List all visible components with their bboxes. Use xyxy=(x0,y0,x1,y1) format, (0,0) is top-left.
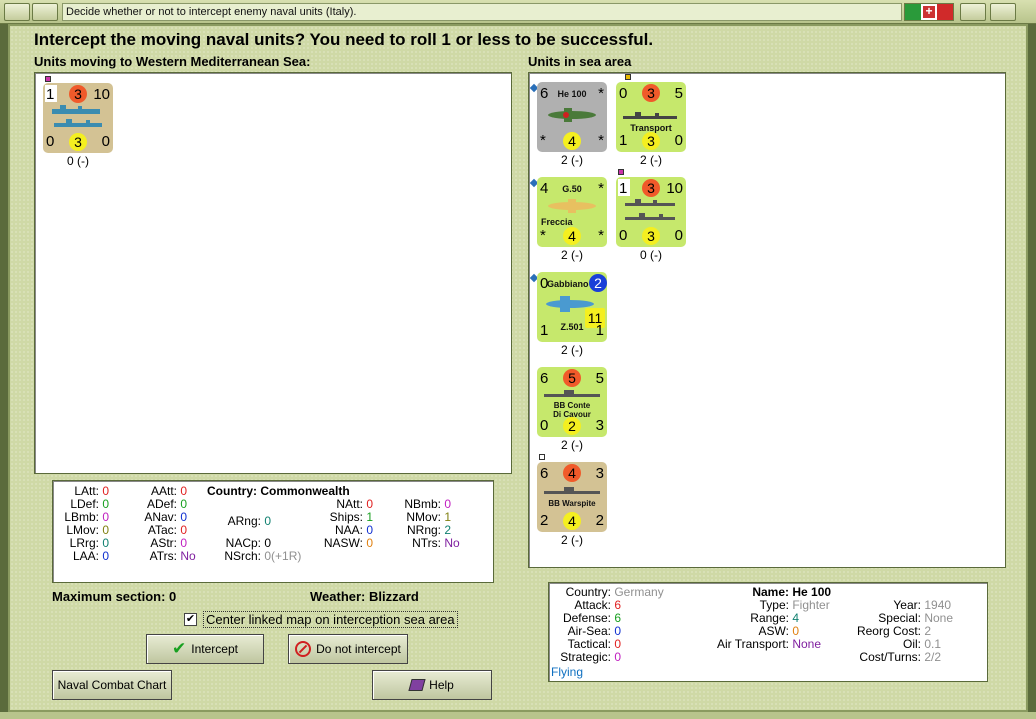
center-map-label: Center linked map on interception sea ar… xyxy=(203,610,458,628)
do-not-intercept-button[interactable]: Do not intercept xyxy=(288,634,408,664)
transport-ship-icon xyxy=(623,112,677,119)
minimize-button[interactable] xyxy=(32,3,58,21)
fighter-plane-icon xyxy=(548,108,596,122)
fighter-plane-icon xyxy=(548,199,596,213)
window-menu-button[interactable] xyxy=(4,3,30,21)
unit-marker-icon xyxy=(539,454,545,460)
unit-counter-bb-conte-di-cavour[interactable]: 6 5 5 BB Conte Di Cavour 0 2 3 xyxy=(537,367,607,437)
unit-counter-transport[interactable]: 0 3 5 Transport 1 3 0 xyxy=(616,82,686,152)
weather-text: Weather: Blizzard xyxy=(310,589,419,604)
moving-units-panel: 1 3 10 0 3 0 0 (-) xyxy=(34,72,512,474)
intercept-button[interactable]: ✔ Intercept xyxy=(146,634,264,664)
battleship-icon xyxy=(544,487,600,494)
unit-label-g50: 2 (-) xyxy=(561,248,583,262)
sea-area-units-panel: 6 * He 100 * 4 * 2 (-) 0 3 5 Transport 1… xyxy=(528,72,1006,568)
unit-marker-icon xyxy=(45,76,51,82)
unit-counter-gabbiano[interactable]: 0 Gabbiano 2 1 Z.501 11 1 xyxy=(537,272,607,342)
unit-label-he100: 2 (-) xyxy=(561,153,583,167)
window-title: Decide whether or not to intercept enemy… xyxy=(62,3,902,21)
unit-counter-convoy[interactable]: 1 3 10 0 3 0 xyxy=(616,177,686,247)
unit-label-transport: 2 (-) xyxy=(640,153,662,167)
unit-label-bb-conte-di-cavour: 2 (-) xyxy=(561,438,583,452)
intercept-heading: Intercept the moving naval units? You ne… xyxy=(34,30,654,49)
unit-counter-bb-warspite[interactable]: 6 4 3 BB Warspite 2 4 2 xyxy=(537,462,607,532)
naval-combat-chart-button[interactable]: Naval Combat Chart xyxy=(52,670,172,700)
unit-counter-g50[interactable]: 4 * G.50 Freccia * 4 * xyxy=(537,177,607,247)
sea-area-units-label: Units in sea area xyxy=(528,54,632,69)
italy-flag-icon: + xyxy=(904,3,954,21)
unit-marker-icon xyxy=(618,169,624,175)
no-entry-icon xyxy=(295,641,312,657)
unit-label-convoy: 0 (-) xyxy=(640,248,662,262)
max-section-text: Maximum section: 0 xyxy=(52,589,177,604)
close-button[interactable] xyxy=(990,3,1016,21)
status-bar xyxy=(0,712,1036,719)
title-bar: Decide whether or not to intercept enemy… xyxy=(0,0,1036,24)
unit-info-panel: Country: Germany Attack: 6 Defense: 6 Ai… xyxy=(548,582,988,682)
moving-unit-label: 0 (-) xyxy=(67,154,89,168)
moving-units-label: Units moving to Western Mediterranean Se… xyxy=(34,54,311,69)
help-button[interactable]: Help xyxy=(372,670,492,700)
dialog-body: Intercept the moving naval units? You ne… xyxy=(8,24,1028,712)
center-map-option[interactable]: ✔ Center linked map on interception sea … xyxy=(184,610,458,628)
unit-counter-he100[interactable]: 6 * He 100 * 4 * xyxy=(537,82,607,152)
restore-button[interactable] xyxy=(960,3,986,21)
checkmark-icon: ✔ xyxy=(172,639,187,658)
moving-unit-counter[interactable]: 1 3 10 0 3 0 xyxy=(43,83,113,153)
help-book-icon xyxy=(408,679,426,691)
unit-marker-icon xyxy=(625,74,631,80)
unit-label-gabbiano: 2 (-) xyxy=(561,343,583,357)
summary-stats-panel: LAtt: 0 LDef: 0 LBmb: 0 LMov: 0 LRrg: 0 … xyxy=(52,480,494,583)
center-map-checkbox[interactable]: ✔ xyxy=(184,612,197,626)
convoy-ships-icon xyxy=(625,199,675,220)
convoy-ships-icon xyxy=(52,105,102,127)
battleship-icon xyxy=(544,390,600,397)
unit-label-bb-warspite: 2 (-) xyxy=(561,533,583,547)
